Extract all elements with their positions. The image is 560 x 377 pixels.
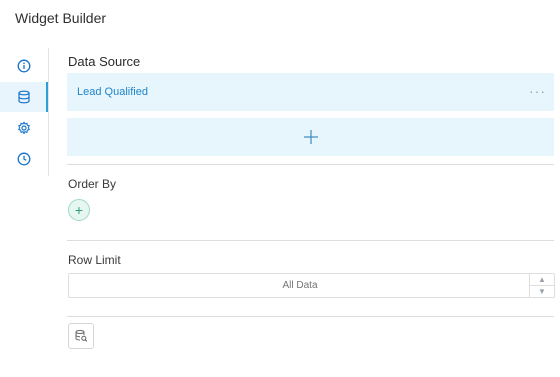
page-title: Widget Builder [15,10,107,26]
sql-preview-button[interactable] [68,323,94,349]
data-source-item[interactable]: Lead Qualified ··· [67,73,554,111]
plus-icon [303,130,318,144]
data-source-name[interactable]: Lead Qualified [77,86,148,98]
database-search-icon [75,330,88,342]
data-source-heading: Data Source [68,54,141,69]
section-divider [67,316,554,317]
order-by-heading: Order By [68,177,117,191]
decrement-icon[interactable]: ▼ [530,286,554,297]
more-options-icon[interactable]: ··· [529,83,546,99]
gear-icon [18,121,30,135]
increment-icon[interactable]: ▲ [530,274,554,286]
add-order-by-button[interactable]: + [68,199,90,221]
sidebar-item-schedule[interactable] [13,148,35,170]
sidebar-item-info[interactable] [13,55,35,77]
section-divider [67,240,554,241]
database-icon [18,90,30,104]
sidebar-divider [48,48,49,176]
add-data-source-button[interactable] [67,118,554,156]
section-divider [67,164,554,165]
row-limit-field: ▲ ▼ [68,273,555,298]
info-icon [17,59,31,73]
clock-icon [17,152,31,166]
row-limit-input[interactable] [69,274,531,297]
row-limit-stepper: ▲ ▼ [529,274,554,297]
sidebar-item-data-source[interactable] [0,82,48,112]
row-limit-heading: Row Limit [68,253,121,267]
sidebar-item-settings[interactable] [13,117,35,139]
